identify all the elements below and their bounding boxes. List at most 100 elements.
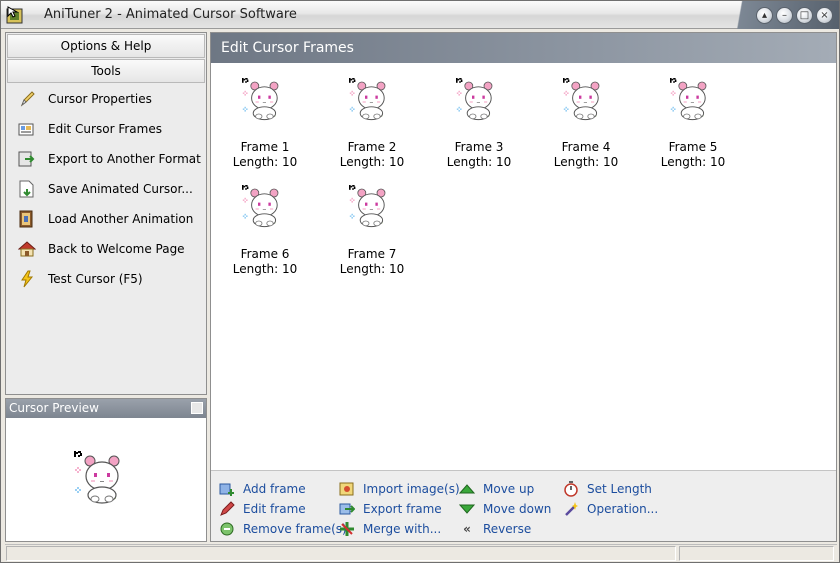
window-title: AniTuner 2 - Animated Cursor Software xyxy=(44,7,297,22)
status-cell-main xyxy=(6,546,676,561)
bear-cursor-image xyxy=(563,77,600,121)
sidebar-item-label: Edit Cursor Frames xyxy=(48,122,162,136)
cursor-preview-title: Cursor Preview xyxy=(6,399,206,418)
reverse-icon: « xyxy=(463,522,471,536)
minimize-button[interactable]: – xyxy=(776,7,793,24)
add-frame-icon xyxy=(219,483,234,496)
action-label: Add frame xyxy=(243,482,306,496)
export-icon xyxy=(18,151,35,167)
tab-tools[interactable]: Tools xyxy=(7,59,205,83)
operation-button[interactable]: Operation... xyxy=(563,500,658,518)
frame-length: Length: 10 xyxy=(339,155,405,169)
import-images-button[interactable]: Import image(s) xyxy=(339,480,460,498)
sidebar-item-export[interactable]: Export to Another Format xyxy=(18,148,201,170)
bear-cursor-image xyxy=(242,184,279,228)
frame-name: Frame 2 xyxy=(347,140,397,154)
sidebar-item-label: Back to Welcome Page xyxy=(48,242,185,256)
frame-length: Length: 10 xyxy=(553,155,619,169)
action-label: Remove frame(s) xyxy=(243,522,347,536)
remove-frames-button[interactable]: Remove frame(s) xyxy=(219,520,347,538)
reverse-button[interactable]: « Reverse xyxy=(459,520,531,538)
minimize-to-tray-button[interactable]: ▴ xyxy=(756,7,773,24)
pin-icon[interactable] xyxy=(191,402,203,414)
bear-cursor-image xyxy=(349,77,386,121)
frame-thumbnail[interactable]: Frame 6 Length: 10 xyxy=(220,177,310,277)
tab-options-help[interactable]: Options & Help xyxy=(7,34,205,58)
merge-with-button[interactable]: Merge with... xyxy=(339,520,441,538)
status-bar xyxy=(5,544,837,562)
action-label: Reverse xyxy=(483,522,532,536)
frame-name: Frame 1 xyxy=(240,140,290,154)
tools-sidebar: Options & Help Tools Cursor Properties E… xyxy=(5,32,207,395)
bear-cursor-image xyxy=(670,77,707,121)
close-icon: × xyxy=(820,9,829,21)
set-length-button[interactable]: Set Length xyxy=(563,480,652,498)
frame-length: Length: 10 xyxy=(339,262,405,276)
triangle-up-icon: ▴ xyxy=(761,9,768,21)
action-label: Import image(s) xyxy=(363,482,460,496)
action-label: Edit frame xyxy=(243,502,306,516)
sidebar-item-welcome[interactable]: Back to Welcome Page xyxy=(18,238,185,260)
export-frame-button[interactable]: Export frame xyxy=(339,500,442,518)
frame-thumbnail[interactable]: Frame 5 Length: 10 xyxy=(648,70,738,170)
frame-name: Frame 4 xyxy=(561,140,611,154)
sidebar-item-load[interactable]: Load Another Animation xyxy=(18,208,193,230)
sidebar-item-label: Test Cursor (F5) xyxy=(48,272,143,286)
minimize-icon: – xyxy=(782,9,787,21)
merge-icon xyxy=(340,522,354,536)
lightning-icon xyxy=(21,270,34,288)
sidebar-item-save[interactable]: Save Animated Cursor... xyxy=(18,178,193,200)
bear-cursor-image xyxy=(456,77,493,121)
frames-icon xyxy=(18,123,34,136)
sidebar-item-cursor-properties[interactable]: Cursor Properties xyxy=(18,88,152,110)
frame-thumbnail[interactable]: Frame 4 Length: 10 xyxy=(541,70,631,170)
sidebar-item-edit-cursor-frames[interactable]: Edit Cursor Frames xyxy=(18,118,162,140)
stopwatch-icon xyxy=(564,481,578,497)
frame-actions-bar: Add frame Edit frame Remove frame(s) Imp… xyxy=(211,470,836,541)
sidebar-item-label: Export to Another Format xyxy=(48,152,201,166)
status-cell-secondary xyxy=(679,546,834,561)
remove-frame-icon xyxy=(220,522,234,536)
action-label: Move down xyxy=(483,502,552,516)
home-icon xyxy=(18,241,36,257)
action-label: Set Length xyxy=(587,482,652,496)
export-frame-icon xyxy=(339,503,355,515)
frame-length: Length: 10 xyxy=(232,155,298,169)
edit-frame-icon xyxy=(220,501,235,516)
load-icon xyxy=(19,210,33,228)
app-logo-icon xyxy=(6,6,23,24)
frame-thumbnail[interactable]: Frame 3 Length: 10 xyxy=(434,70,524,170)
cursor-preview-panel: Cursor Preview xyxy=(5,398,207,542)
frame-name: Frame 5 xyxy=(668,140,718,154)
frame-length: Length: 10 xyxy=(446,155,512,169)
action-label: Operation... xyxy=(587,502,659,516)
cursor-preview-image xyxy=(74,451,120,504)
sidebar-item-label: Cursor Properties xyxy=(48,92,152,106)
magic-wand-icon xyxy=(565,502,578,516)
frame-thumbnail[interactable]: Frame 2 Length: 10 xyxy=(327,70,417,170)
frame-length: Length: 10 xyxy=(660,155,726,169)
frame-name: Frame 3 xyxy=(454,140,504,154)
move-up-button[interactable]: Move up xyxy=(459,480,534,498)
frame-thumbnail[interactable]: Frame 7 Length: 10 xyxy=(327,177,417,277)
close-button[interactable]: × xyxy=(816,7,833,24)
frame-name: Frame 6 xyxy=(240,247,290,261)
frame-name: Frame 7 xyxy=(347,247,397,261)
add-frame-button[interactable]: Add frame xyxy=(219,480,306,498)
pencil-icon xyxy=(20,91,35,107)
arrow-up-icon xyxy=(459,484,475,494)
save-icon xyxy=(19,180,34,198)
title-bar: AniTuner 2 - Animated Cursor Software ▴ … xyxy=(1,1,839,29)
import-icon xyxy=(339,482,354,496)
app-window: AniTuner 2 - Animated Cursor Software ▴ … xyxy=(0,0,840,563)
sidebar-item-test-cursor[interactable]: Test Cursor (F5) xyxy=(18,268,143,290)
page-title: Edit Cursor Frames xyxy=(211,33,836,63)
frame-thumbnail[interactable]: Frame 1 Length: 10 xyxy=(220,70,310,170)
arrow-down-icon xyxy=(459,504,475,514)
action-label: Export frame xyxy=(363,502,442,516)
move-down-button[interactable]: Move down xyxy=(459,500,551,518)
edit-frame-button[interactable]: Edit frame xyxy=(219,500,306,518)
bear-cursor-image xyxy=(349,184,386,228)
maximize-button[interactable]: □ xyxy=(796,7,813,24)
bear-cursor-image xyxy=(242,77,279,121)
